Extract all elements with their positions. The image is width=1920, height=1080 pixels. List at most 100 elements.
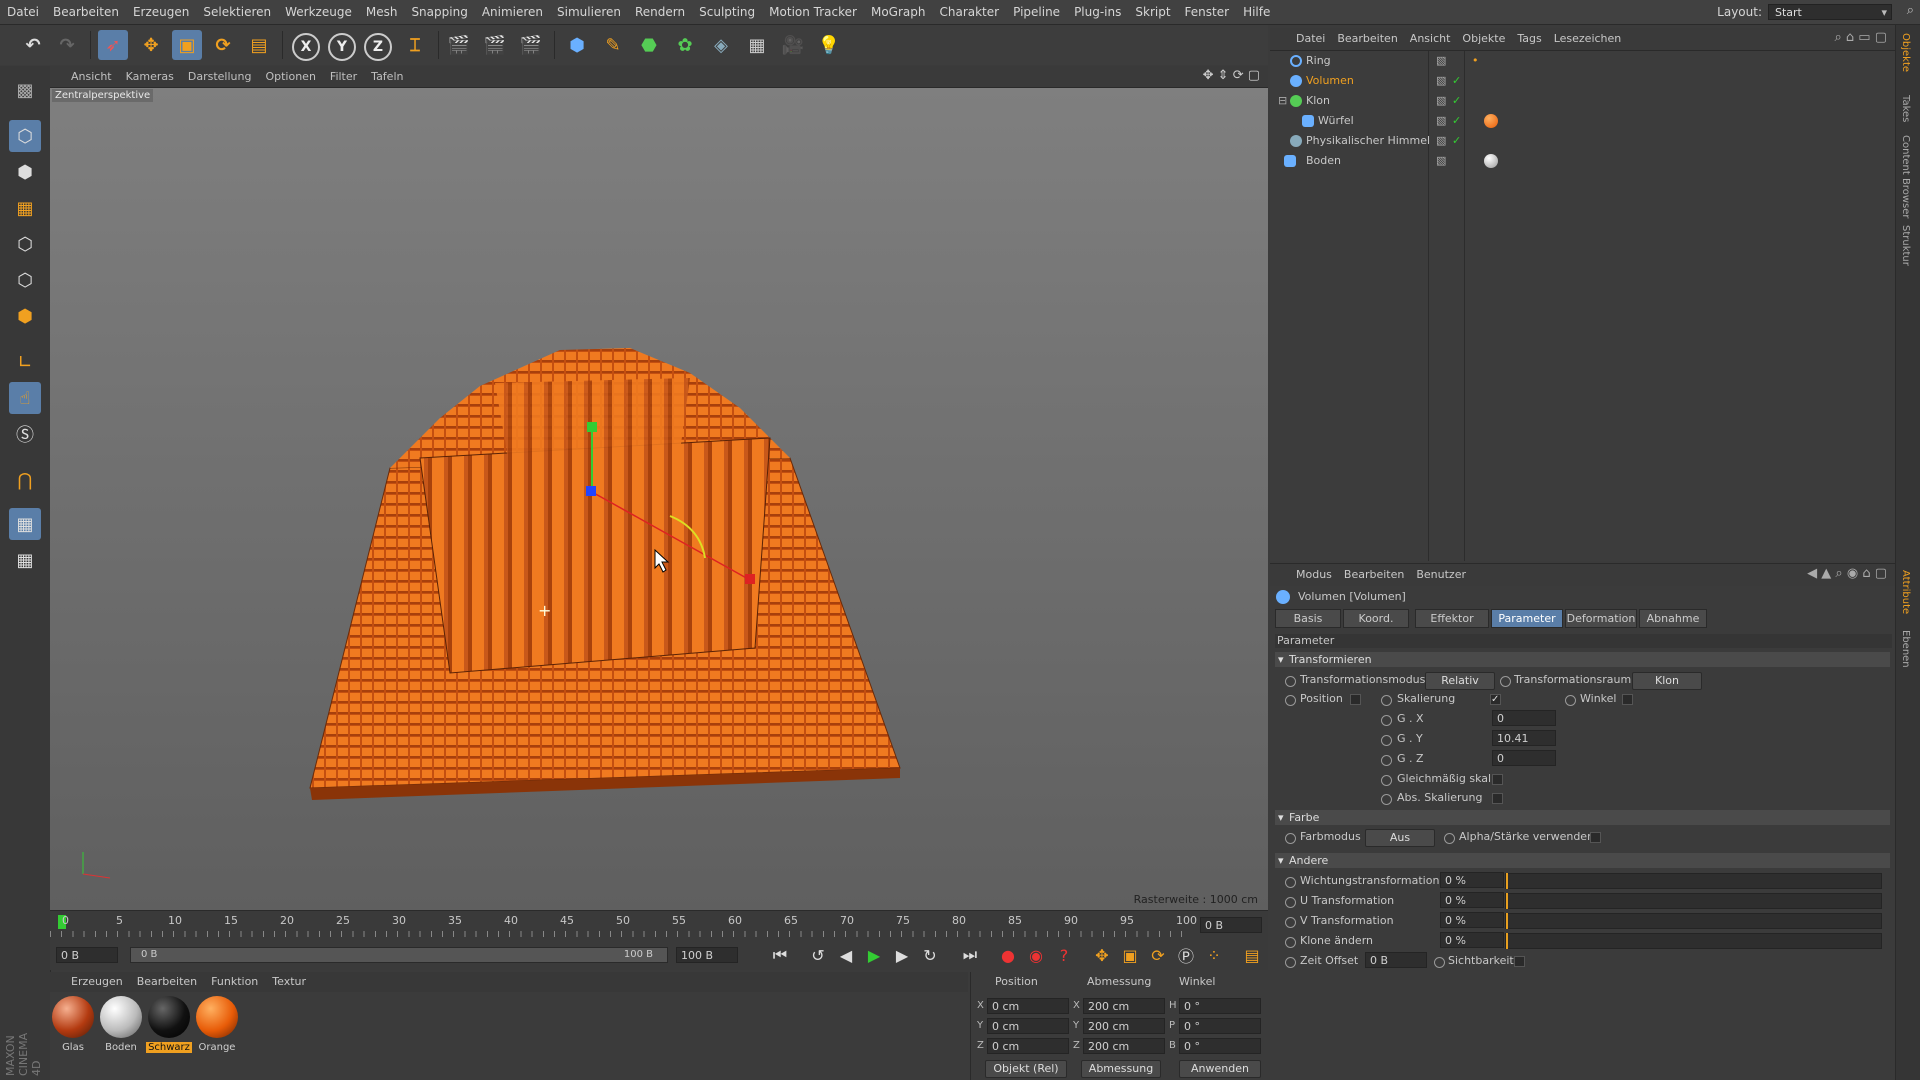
tab-parameter[interactable]: Parameter (1491, 609, 1563, 628)
workplane-icon[interactable]: ▦ (9, 192, 41, 224)
v-transform-slider[interactable] (1505, 913, 1882, 929)
light-icon[interactable]: 💡 (814, 30, 844, 60)
material-glas[interactable]: Glas (50, 996, 96, 1053)
enabled-check-icon[interactable]: ✓ (1452, 111, 1461, 131)
scale-checkbox-checked[interactable]: ✓ (1490, 694, 1501, 705)
cube-primitive-icon[interactable]: ⬢ (562, 30, 592, 60)
menu-motion-tracker[interactable]: Motion Tracker (762, 0, 864, 24)
size-x-field[interactable]: 200 cm (1083, 998, 1165, 1014)
undo-icon[interactable]: ↶ (18, 30, 48, 60)
angle-b-field[interactable]: 0 ° (1179, 1038, 1261, 1054)
material-tag-icon[interactable] (1484, 114, 1498, 128)
tag-icon[interactable]: • (1472, 51, 1479, 71)
attr-menu-benutzer[interactable]: Benutzer (1410, 564, 1472, 586)
polygons-mode-icon[interactable]: ⬢ (9, 300, 41, 332)
floor-icon[interactable]: ▦ (742, 30, 772, 60)
subdivision-icon[interactable]: ⬣ (634, 30, 664, 60)
weight-field[interactable]: 0 % (1440, 872, 1504, 888)
move-tool-icon[interactable]: ✥ (136, 30, 166, 60)
gx-field[interactable]: 0 (1492, 710, 1556, 726)
size-z-field[interactable]: 200 cm (1083, 1038, 1165, 1054)
object-row-boden[interactable]: Boden ▧ (1270, 151, 1895, 171)
menu-datei[interactable]: Datei (0, 0, 46, 24)
visibility-icon[interactable]: ▧ (1436, 91, 1446, 111)
render-settings-icon[interactable]: 🎬 (516, 30, 546, 60)
visibility-checkbox[interactable] (1514, 956, 1525, 967)
u-transform-field[interactable]: 0 % (1440, 892, 1504, 908)
menu-animieren[interactable]: Animieren (475, 0, 550, 24)
position-checkbox[interactable] (1350, 694, 1361, 705)
3d-viewport[interactable]: Zentralperspektive + Rasterweite: 1000 … (50, 88, 1268, 910)
x-axis-button[interactable]: X (292, 33, 320, 61)
radio-icon[interactable] (1285, 937, 1296, 948)
coordinate-system-icon[interactable]: ⌶ (400, 30, 430, 60)
viewport-menu-ansicht[interactable]: Ansicht (64, 66, 119, 87)
transform-mode-dropdown[interactable]: Relativ (1425, 672, 1495, 690)
radio-icon[interactable] (1381, 695, 1392, 706)
make-editable-icon[interactable]: ▩ (9, 74, 41, 106)
radio-icon[interactable] (1434, 957, 1445, 968)
mograph-cloner-icon[interactable]: ✿ (670, 30, 700, 60)
obj-menu-lesezeichen[interactable]: Lesezeichen (1548, 28, 1628, 50)
workplane-lock-icon[interactable]: ▦ (9, 508, 41, 540)
viewport-menu-filter[interactable]: Filter (323, 66, 364, 87)
key-position-icon[interactable]: ✥ (1090, 944, 1114, 966)
object-row-himmel[interactable]: Physikalischer Himmel ▧ ✓ (1270, 131, 1895, 151)
clone-change-field[interactable]: 0 % (1440, 932, 1504, 948)
key-scale-icon[interactable]: ▣ (1118, 944, 1142, 966)
menu-fenster[interactable]: Fenster (1178, 0, 1237, 24)
menu-werkzeuge[interactable]: Werkzeuge (278, 0, 359, 24)
texture-mode-icon[interactable]: ⬢ (9, 156, 41, 188)
enabled-check-icon[interactable]: ✓ (1452, 91, 1461, 111)
angle-checkbox[interactable] (1622, 694, 1633, 705)
attribute-nav-icons[interactable]: ◀ ▲ ⌕ ◉ ⌂ ▢ (1807, 566, 1887, 581)
tab-deformation[interactable]: Deformation (1565, 609, 1637, 628)
mat-menu-textur[interactable]: Textur (265, 972, 313, 992)
section-transformieren[interactable]: Transformieren (1275, 652, 1890, 667)
color-mode-dropdown[interactable]: Aus (1365, 829, 1435, 847)
radio-icon[interactable] (1381, 775, 1392, 786)
size-y-field[interactable]: 200 cm (1083, 1018, 1165, 1034)
select-tool-icon[interactable]: ➶ (98, 30, 128, 60)
edges-mode-icon[interactable]: ⬡ (9, 264, 41, 296)
layout-select[interactable]: Start (1768, 4, 1892, 21)
key-rotation-icon[interactable]: ⟳ (1146, 944, 1170, 966)
angle-h-field[interactable]: 0 ° (1179, 998, 1261, 1014)
search-icon[interactable]: ⌕ (1907, 3, 1914, 18)
snap-icon[interactable]: ⋂ (9, 464, 41, 496)
range-slider[interactable]: 0 B 100 B (130, 947, 668, 963)
menu-plugins[interactable]: Plug-ins (1067, 0, 1128, 24)
viewport-menu-optionen[interactable]: Optionen (258, 66, 322, 87)
radio-icon[interactable] (1381, 715, 1392, 726)
time-offset-field[interactable]: 0 B (1365, 952, 1427, 968)
transform-space-dropdown[interactable]: Klon (1632, 672, 1702, 690)
key-pla-icon[interactable]: ⁘ (1202, 944, 1226, 966)
radio-icon[interactable] (1285, 897, 1296, 908)
section-farbe[interactable]: Farbe (1275, 810, 1890, 825)
solo-icon[interactable]: Ⓢ (9, 418, 41, 450)
radio-icon[interactable] (1500, 676, 1511, 687)
u-transform-slider[interactable] (1505, 893, 1882, 909)
section-andere[interactable]: Andere (1275, 853, 1890, 868)
pos-y-field[interactable]: 0 cm (987, 1018, 1069, 1034)
mat-menu-funktion[interactable]: Funktion (204, 972, 265, 992)
apply-button[interactable]: Anwenden (1179, 1060, 1261, 1078)
radio-icon[interactable] (1285, 957, 1296, 968)
size-mode-dropdown[interactable]: Abmessung (1081, 1060, 1161, 1078)
tab-koord[interactable]: Koord. (1343, 609, 1409, 628)
radio-icon[interactable] (1444, 833, 1455, 844)
material-schwarz[interactable]: Schwarz (146, 996, 192, 1053)
tab-abnahme[interactable]: Abnahme (1639, 609, 1707, 628)
radio-icon[interactable] (1381, 794, 1392, 805)
alpha-checkbox[interactable] (1590, 832, 1601, 843)
render-view-icon[interactable]: 🎬 (444, 30, 474, 60)
menu-sculpting[interactable]: Sculpting (692, 0, 762, 24)
object-manager-tools-icons[interactable]: ⌕ ⌂ ▭ ▢ (1835, 30, 1888, 45)
menu-hilfe[interactable]: Hilfe (1236, 0, 1277, 24)
side-tab-content-browser[interactable]: Content Browser (1900, 135, 1911, 218)
obj-menu-tags[interactable]: Tags (1511, 28, 1547, 50)
abs-scale-checkbox[interactable] (1492, 793, 1503, 804)
obj-menu-bearbeiten[interactable]: Bearbeiten (1331, 28, 1403, 50)
side-tab-takes[interactable]: Takes (1900, 95, 1911, 122)
coord-mode-dropdown[interactable]: Objekt (Rel) (985, 1060, 1067, 1078)
